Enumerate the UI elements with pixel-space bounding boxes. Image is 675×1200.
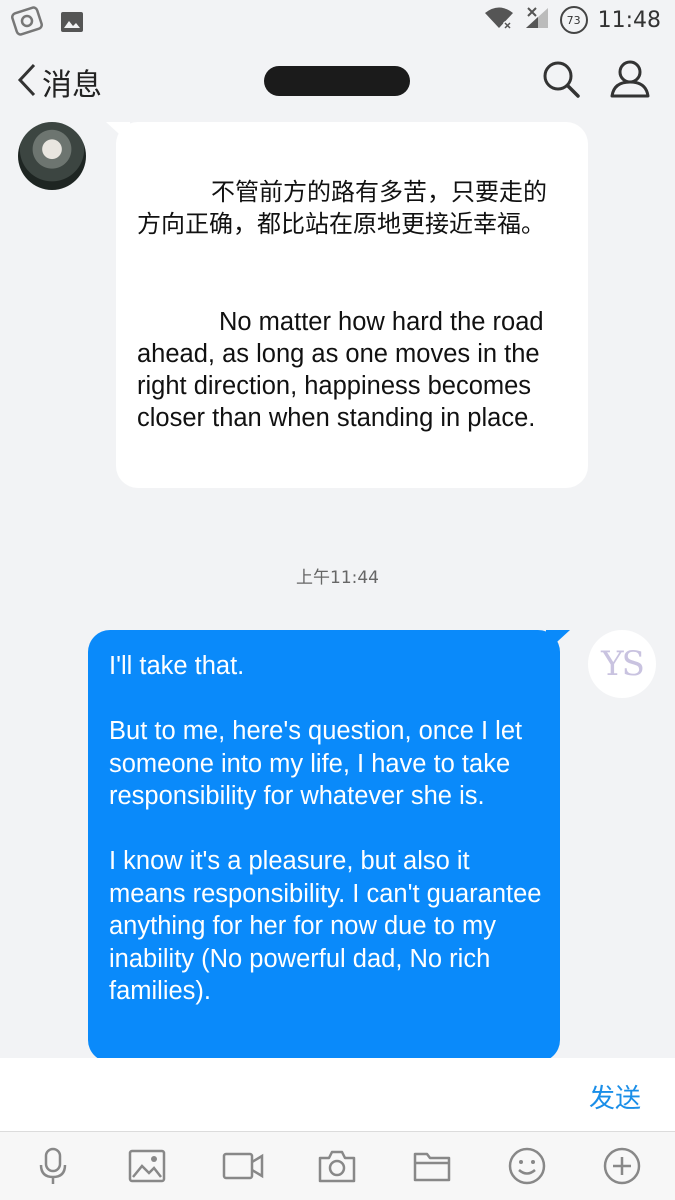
- message-input-bar[interactable]: 发送: [0, 1058, 675, 1132]
- wifi-icon: [484, 6, 514, 34]
- incoming-message-bubble[interactable]: 不管前方的路有多苦，只要走的方向正确，都比站在原地更接近幸福。 No matte…: [116, 122, 588, 488]
- profile-icon: [608, 60, 652, 104]
- incoming-message-en: No matter how hard the road ahead, as lo…: [137, 308, 544, 432]
- emoji-icon[interactable]: [507, 1146, 547, 1186]
- status-time: 11:48: [597, 7, 661, 33]
- status-bar: 73 11:48: [0, 0, 675, 44]
- signal-icon: [524, 6, 550, 34]
- microphone-icon[interactable]: [33, 1146, 73, 1186]
- back-chevron-icon: [16, 62, 38, 102]
- outgoing-paragraph: I know it's a pleasure, but also it mean…: [109, 847, 542, 1005]
- back-label: 消息: [42, 68, 102, 103]
- message-timestamp: 上午11:44: [296, 568, 379, 588]
- gallery-icon: [60, 11, 84, 37]
- outgoing-paragraph: But to me, here's question, once I let s…: [109, 717, 523, 810]
- back-button[interactable]: 消息: [16, 60, 102, 104]
- video-icon[interactable]: [222, 1146, 264, 1186]
- my-avatar[interactable]: YS: [588, 630, 656, 698]
- outgoing-paragraph: I'll take that.: [109, 652, 245, 680]
- outgoing-message-bubble[interactable]: I'll take that. But to me, here's questi…: [88, 630, 560, 1062]
- search-button[interactable]: [540, 58, 582, 104]
- incoming-message-zh: 不管前方的路有多苦，只要走的方向正确，都比站在原地更接近幸福。: [137, 178, 547, 238]
- redaction-blob: [264, 66, 410, 96]
- search-icon: [540, 61, 582, 104]
- folder-icon[interactable]: [412, 1146, 452, 1186]
- composer-toolbar: [0, 1132, 675, 1200]
- camera-icon[interactable]: [317, 1146, 357, 1186]
- contact-avatar[interactable]: [18, 122, 86, 190]
- battery-icon: 73: [559, 6, 588, 34]
- outgoing-message-text: I'll take that. But to me, here's questi…: [109, 650, 544, 1008]
- image-icon[interactable]: [127, 1146, 167, 1186]
- plus-icon[interactable]: [602, 1146, 642, 1186]
- chat-header: 消息 诺诺: [0, 44, 675, 116]
- profile-button[interactable]: [608, 58, 652, 104]
- app-icon: [10, 6, 46, 42]
- send-button[interactable]: 发送: [589, 1078, 641, 1115]
